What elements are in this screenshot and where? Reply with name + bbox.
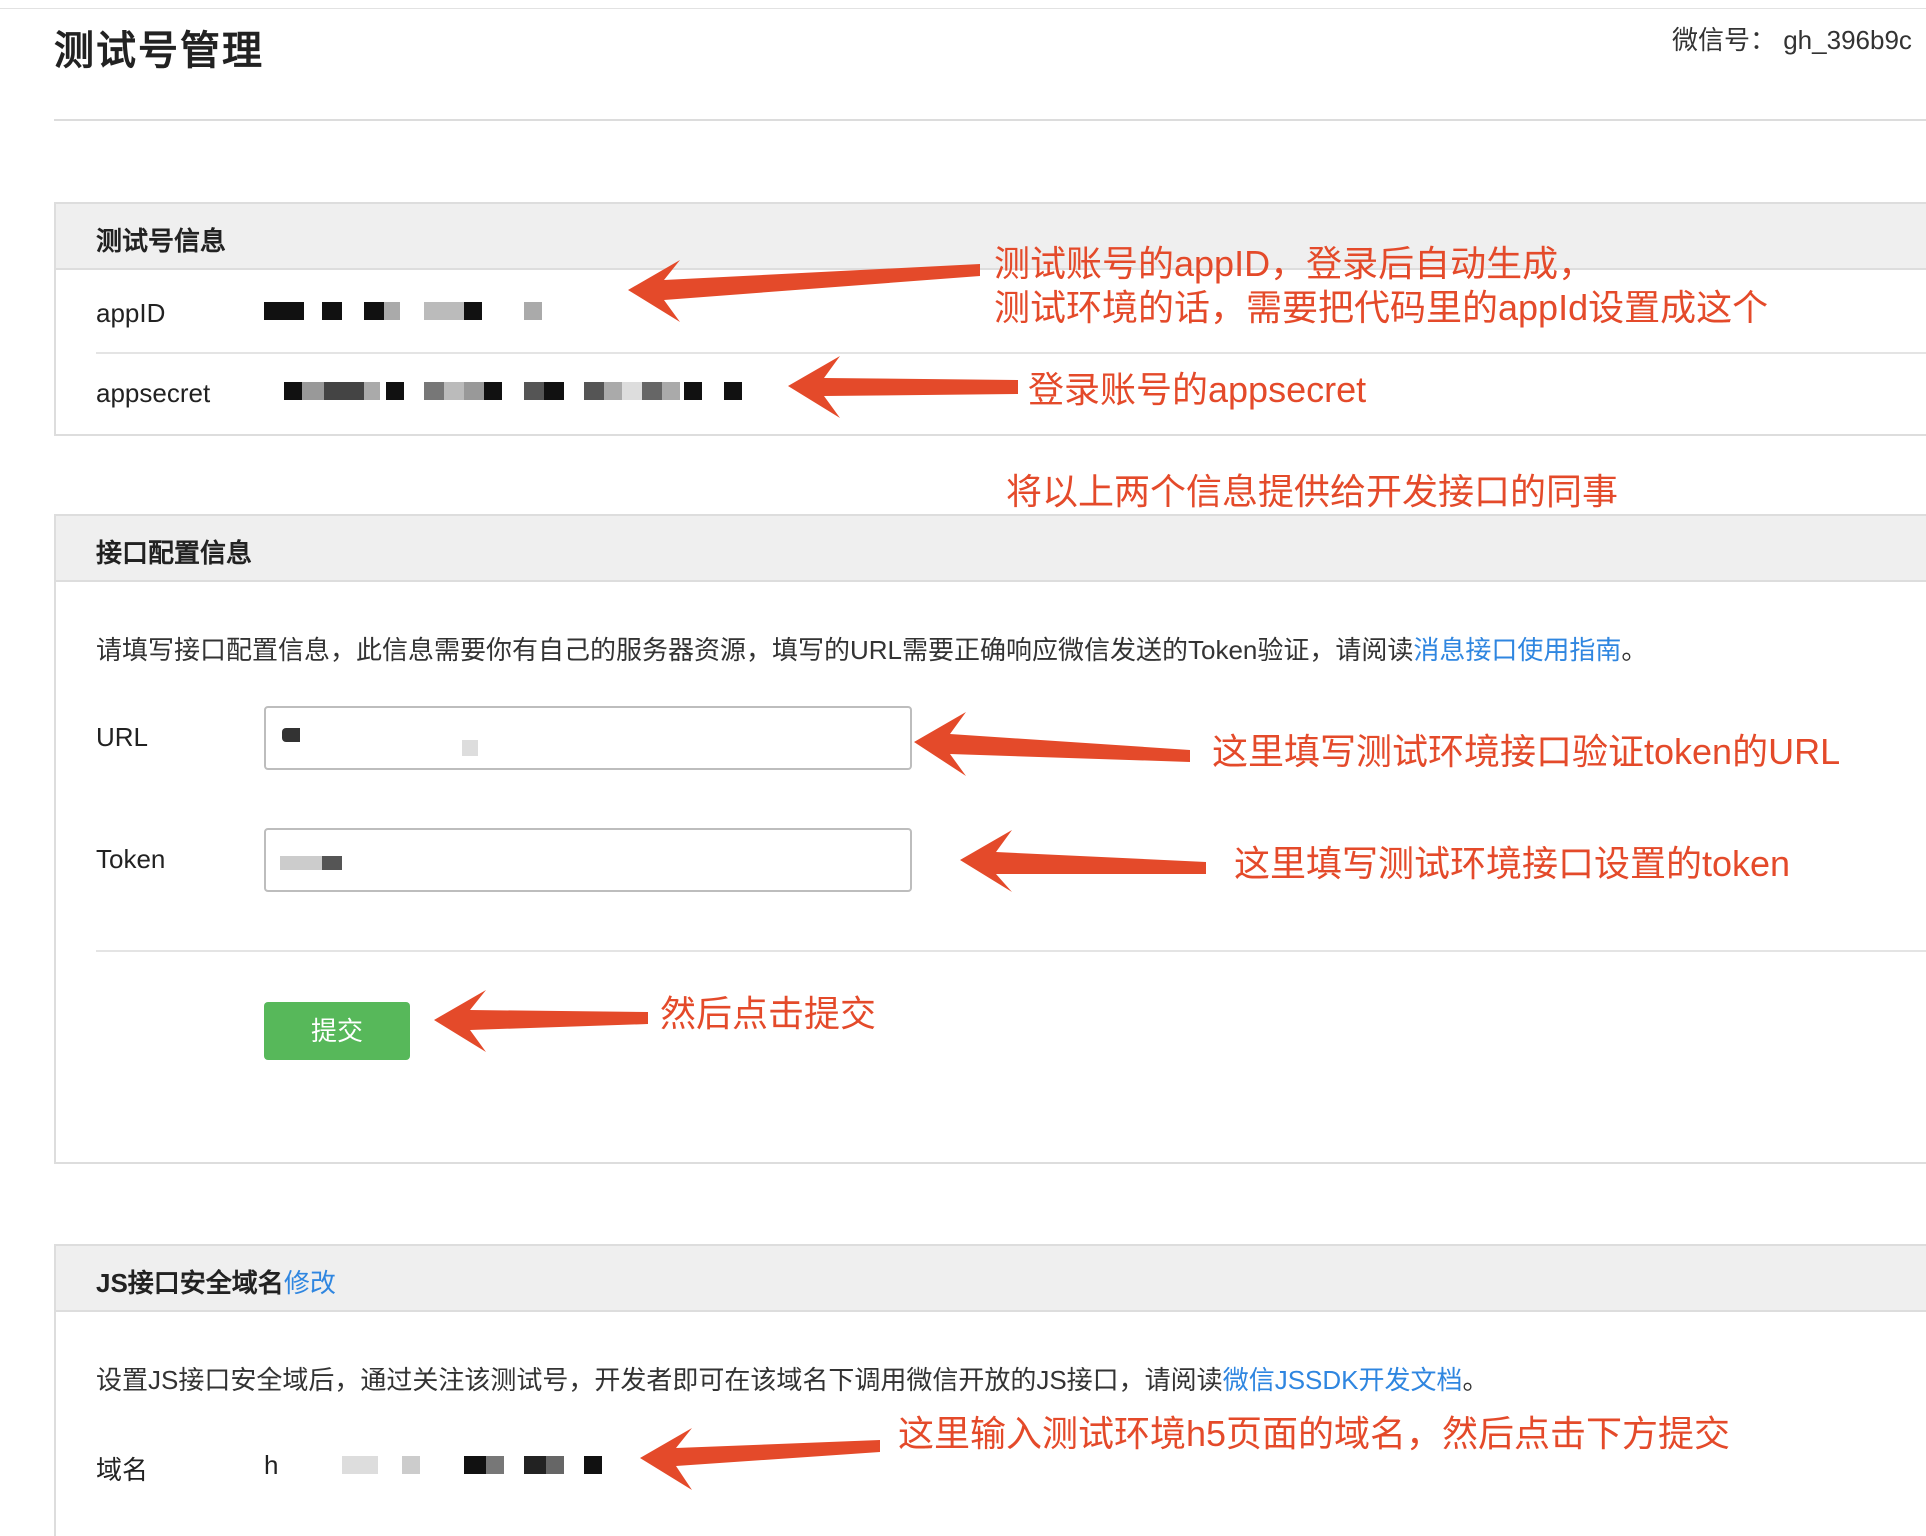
redacted-block	[284, 382, 302, 400]
edit-link[interactable]: 修改	[284, 1268, 336, 1298]
redacted-block	[324, 382, 364, 400]
js-domain-title: JS接口安全域名	[96, 1268, 284, 1298]
description-text: 设置JS接口安全域后，通过关注该测试号，开发者即可在该域名下调用微信开放的JS接…	[96, 1365, 1223, 1395]
redacted-block	[322, 302, 342, 320]
panel-title: 测试号信息	[96, 226, 227, 256]
redacted-block	[364, 302, 384, 320]
redacted-block	[524, 1456, 546, 1474]
share-info-annotation: 将以上两个信息提供给开发接口的同事	[1006, 471, 1619, 512]
redacted-block	[462, 740, 478, 756]
panel-header: 接口配置信息	[56, 516, 1926, 582]
description-end: 。	[1462, 1365, 1489, 1395]
redacted-block	[684, 382, 702, 400]
interface-config-panel: 接口配置信息 请填写接口配置信息，此信息需要你有自己的服务器资源，填写的URL需…	[54, 514, 1926, 1164]
redacted-block	[584, 1456, 602, 1474]
redacted-block	[402, 1456, 420, 1474]
page-title: 测试号管理	[54, 29, 264, 73]
appsecret-label: appsecret	[96, 378, 211, 408]
url-annotation: 这里填写测试环境接口验证token的URL	[1212, 731, 1841, 772]
domain-label: 域名	[96, 1455, 149, 1485]
redacted-block	[584, 382, 604, 400]
annotation-line: 测试账号的appID，登录后自动生成，	[994, 243, 1595, 284]
appsecret-annotation: 登录账号的appsecret	[1028, 369, 1367, 410]
redacted-block	[546, 1456, 564, 1474]
form-divider	[96, 950, 1926, 952]
panel-header: JS接口安全域名修改	[56, 1246, 1926, 1312]
message-api-guide-link[interactable]: 消息接口使用指南	[1413, 635, 1621, 665]
submit-button[interactable]: 提交	[264, 1002, 410, 1060]
redacted-block	[484, 382, 502, 400]
js-domain-description: 设置JS接口安全域后，通过关注该测试号，开发者即可在该域名下调用微信开放的JS接…	[96, 1360, 1489, 1397]
redacted-block	[322, 856, 342, 870]
jssdk-doc-link[interactable]: 微信JSSDK开发文档	[1223, 1365, 1463, 1395]
domain-value-text: h	[264, 1450, 279, 1480]
wechat-id: 微信号： gh_396b9c	[1672, 25, 1912, 55]
description-end: 。	[1621, 635, 1648, 665]
appid-label: appID	[96, 298, 166, 328]
redacted-block	[724, 382, 742, 400]
description-text: 请填写接口配置信息，此信息需要你有自己的服务器资源，填写的URL需要正确响应微信…	[96, 635, 1414, 665]
redacted-block	[604, 382, 622, 400]
top-border	[0, 8, 1926, 9]
redacted-block	[302, 382, 324, 400]
row-divider	[96, 352, 1926, 354]
js-domain-panel: JS接口安全域名修改 设置JS接口安全域后，通过关注该测试号，开发者即可在该域名…	[54, 1244, 1926, 1536]
redacted-block	[544, 382, 564, 400]
submit-annotation: 然后点击提交	[660, 993, 877, 1034]
url-input[interactable]	[264, 706, 912, 770]
redacted-block	[662, 382, 680, 400]
redacted-block	[464, 302, 482, 320]
config-description: 请填写接口配置信息，此信息需要你有自己的服务器资源，填写的URL需要正确响应微信…	[96, 630, 1647, 667]
token-input[interactable]	[264, 828, 912, 892]
appid-annotation: 测试账号的appID，登录后自动生成， 测试环境的话，需要把代码里的appId设…	[994, 242, 1768, 330]
domain-annotation: 这里输入测试环境h5页面的域名，然后点击下方提交	[898, 1413, 1731, 1454]
title-divider	[54, 119, 1926, 121]
redacted-block	[424, 302, 464, 320]
redacted-block	[280, 856, 322, 870]
redacted-block	[524, 382, 544, 400]
redacted-block	[524, 302, 542, 320]
redacted-block	[642, 382, 662, 400]
redacted-block	[282, 728, 300, 742]
panel-title: 接口配置信息	[96, 538, 253, 568]
redacted-block	[424, 382, 444, 400]
token-annotation: 这里填写测试环境接口设置的token	[1234, 843, 1791, 884]
redacted-block	[264, 302, 304, 320]
redacted-block	[444, 382, 464, 400]
redacted-block	[342, 1456, 378, 1474]
redacted-block	[384, 302, 400, 320]
annotation-line: 测试环境的话，需要把代码里的appId设置成这个	[994, 287, 1769, 328]
redacted-block	[486, 1456, 504, 1474]
redacted-block	[464, 382, 484, 400]
url-label: URL	[96, 722, 149, 752]
redacted-block	[622, 382, 642, 400]
redacted-block	[464, 1456, 486, 1474]
panel-title: JS接口安全域名修改	[96, 1263, 336, 1300]
redacted-block	[364, 382, 380, 400]
token-label: Token	[96, 844, 166, 874]
redacted-block	[386, 382, 404, 400]
